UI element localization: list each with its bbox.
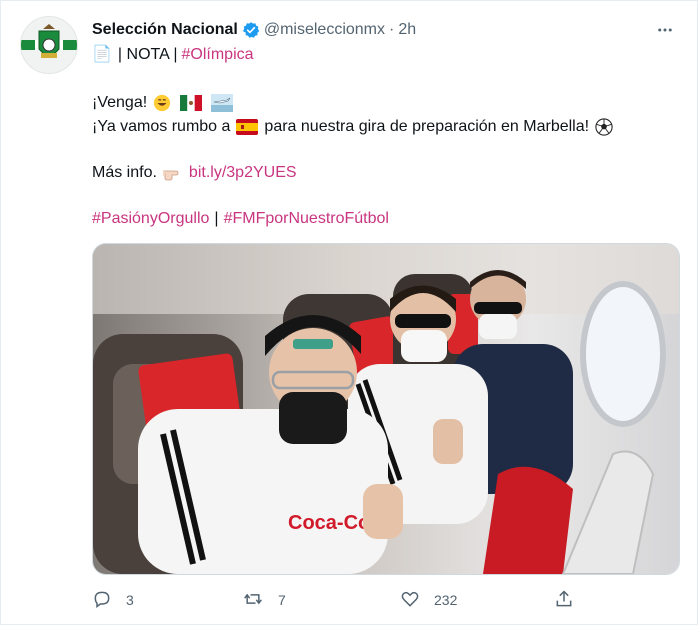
share-icon xyxy=(554,589,574,612)
hashtag-pasion[interactable]: #PasiónyOrgullo xyxy=(92,207,209,231)
like-count: 232 xyxy=(434,592,458,608)
hashtag-olimpica[interactable]: #Olímpica xyxy=(182,43,254,67)
reply-button[interactable]: 3 xyxy=(92,589,182,612)
tweet-line-venga: ¡Venga! xyxy=(92,91,677,115)
mas-info-text: Más info. xyxy=(92,164,157,181)
mexico-flag-icon xyxy=(180,95,203,111)
hashtag-fmf[interactable]: #FMFporNuestroFútbol xyxy=(224,207,389,231)
tweet-card[interactable]: Selección Nacional @miseleccionmx · 2h 📄… xyxy=(0,0,698,625)
account-name[interactable]: Selección Nacional xyxy=(92,21,238,39)
info-link[interactable]: bit.ly/3p2YUES xyxy=(189,161,297,185)
tweet-line-hashtags: #PasiónyOrgullo | #FMFporNuestroFútbol xyxy=(92,207,677,231)
rumbo-text-b: para nuestra gira de preparación en Marb… xyxy=(264,118,590,135)
rumbo-text-a: ¡Ya vamos rumbo a xyxy=(92,118,231,135)
nota-label: | NOTA | xyxy=(117,46,178,63)
share-button[interactable] xyxy=(554,589,574,612)
more-options-icon[interactable] xyxy=(653,18,677,42)
account-handle[interactable]: @miseleccionmx xyxy=(264,21,385,39)
tweet-header: Selección Nacional @miseleccionmx · 2h xyxy=(92,18,677,42)
team-crest-icon xyxy=(21,24,77,58)
tweet-line-nota: 📄 | NOTA | #Olímpica xyxy=(92,43,677,67)
airport-emoji-icon xyxy=(211,94,234,112)
tweet-actions: 3 7 232 xyxy=(92,586,677,614)
retweet-icon xyxy=(242,589,264,612)
reply-count: 3 xyxy=(126,592,134,608)
header-separator: · xyxy=(389,21,395,38)
tweet-photo[interactable]: Coca-Cola xyxy=(92,243,680,575)
players-on-plane-image: Coca-Cola xyxy=(93,244,679,574)
reply-icon xyxy=(92,589,112,612)
tweet-line-info: Más info. bit.ly/3p2YUES xyxy=(92,161,677,185)
document-emoji: 📄 xyxy=(92,46,112,63)
pointing-hand-icon xyxy=(162,165,183,181)
soccer-ball-icon xyxy=(595,118,613,136)
tweet-timestamp[interactable]: 2h xyxy=(398,21,416,39)
retweet-count: 7 xyxy=(278,592,286,608)
like-button[interactable]: 232 xyxy=(400,589,520,612)
hashtag-separator: | xyxy=(214,210,219,227)
verified-badge-icon xyxy=(242,21,260,39)
venga-text: ¡Venga! xyxy=(92,94,148,111)
retweet-button[interactable]: 7 xyxy=(242,589,352,612)
spain-flag-icon xyxy=(236,119,259,135)
tweet-text: 📄 | NOTA | #Olímpica ¡Venga! ¡Ya vamos r… xyxy=(92,43,677,231)
heart-icon xyxy=(400,589,420,612)
grinning-face-emoji-icon xyxy=(153,94,171,112)
tweet-line-rumbo: ¡Ya vamos rumbo a para nuestra gira de p… xyxy=(92,115,677,139)
avatar[interactable] xyxy=(20,16,78,74)
